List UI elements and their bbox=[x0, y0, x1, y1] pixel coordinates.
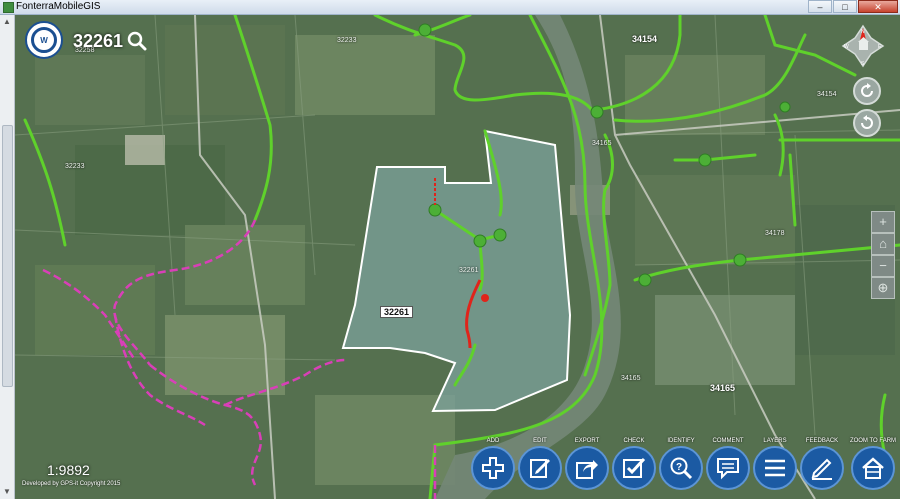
window-title: FonterraMobileGIS bbox=[16, 1, 101, 12]
rotate-clockwise-button[interactable] bbox=[853, 77, 881, 105]
close-button[interactable]: ✕ bbox=[858, 0, 898, 13]
zoom-in-button[interactable]: + bbox=[871, 211, 895, 233]
minus-icon: − bbox=[879, 258, 887, 273]
plus-icon bbox=[482, 457, 504, 479]
layers-tool[interactable]: LAYERS bbox=[752, 436, 798, 490]
scroll-up-icon[interactable]: ▲ bbox=[2, 17, 12, 27]
copyright: Developed by GPS-it Copyright 2015 bbox=[22, 481, 121, 487]
identify-tool[interactable]: IDENTIFY ? bbox=[658, 436, 704, 490]
feedback-label: FEEDBACK bbox=[805, 438, 839, 444]
export-icon bbox=[576, 460, 598, 479]
search-icon[interactable] bbox=[127, 31, 147, 51]
edit-label: EDIT bbox=[533, 438, 547, 444]
farm-tag[interactable]: 32261 bbox=[380, 306, 414, 318]
parcel-label: 34154 bbox=[817, 91, 837, 98]
zoom-to-farm-tool[interactable]: ZOOM TO FARM bbox=[846, 436, 900, 490]
export-label: EXPORT bbox=[574, 438, 600, 444]
identify-label: IDENTIFY bbox=[667, 438, 695, 444]
action-toolbar: ADD EDIT EXPORT CHECK IDENTIFY ? COMMENT… bbox=[470, 436, 900, 499]
comment-label: COMMENT bbox=[712, 438, 744, 444]
layers-icon bbox=[765, 459, 785, 477]
feedback-tool[interactable]: FEEDBACK bbox=[799, 436, 845, 490]
compass-icon[interactable]: N E S W bbox=[841, 24, 885, 68]
locate-button[interactable]: ⊕ bbox=[871, 277, 895, 299]
app-icon bbox=[3, 2, 14, 13]
title-bar: FonterraMobileGIS – □ ✕ bbox=[0, 0, 900, 15]
parcel-label: 32233 bbox=[65, 163, 85, 170]
comment-icon bbox=[717, 458, 739, 480]
identify-button[interactable]: ? bbox=[659, 446, 703, 490]
layers-button[interactable] bbox=[753, 446, 797, 490]
check-label: CHECK bbox=[623, 438, 645, 444]
logo[interactable]: W bbox=[25, 21, 63, 59]
map-scale: 1:9892 bbox=[47, 462, 90, 478]
rotate-counterclockwise-icon bbox=[861, 115, 873, 129]
map-view[interactable]: 32233 32258 32233 34154 34154 34165 3226… bbox=[15, 15, 900, 499]
rotate-clockwise-icon bbox=[861, 83, 873, 97]
zoom-out-button[interactable]: − bbox=[871, 255, 895, 277]
comment-button[interactable] bbox=[706, 446, 750, 490]
add-tool[interactable]: ADD bbox=[470, 436, 516, 490]
check-icon bbox=[623, 457, 646, 478]
home-view-button[interactable]: ⌂ bbox=[871, 233, 895, 255]
check-button[interactable] bbox=[612, 446, 656, 490]
edit-tool[interactable]: EDIT bbox=[517, 436, 563, 490]
scroll-thumb[interactable] bbox=[2, 125, 13, 387]
farm-id: 32261 bbox=[73, 31, 124, 51]
vertical-scrollbar[interactable]: ▲ ▼ bbox=[0, 15, 15, 499]
export-tool[interactable]: EXPORT bbox=[564, 436, 610, 490]
scroll-down-icon[interactable]: ▼ bbox=[2, 487, 12, 497]
locate-icon: ⊕ bbox=[877, 280, 889, 295]
home-icon bbox=[862, 457, 884, 479]
svg-text:W: W bbox=[844, 44, 849, 50]
parcel-label: 34154 bbox=[632, 34, 658, 44]
parcel-label: 34165 bbox=[592, 140, 612, 147]
parcel-label: 34165 bbox=[621, 375, 641, 382]
zoom-to-farm-button[interactable] bbox=[851, 446, 895, 490]
maximize-button[interactable]: □ bbox=[833, 0, 857, 13]
layers-label: LAYERS bbox=[763, 438, 787, 444]
zoom-to-farm-label: ZOOM TO FARM bbox=[849, 438, 897, 444]
add-button[interactable] bbox=[471, 446, 515, 490]
add-label: ADD bbox=[486, 438, 500, 444]
home-icon: ⌂ bbox=[879, 236, 887, 251]
aerial-imagery bbox=[15, 15, 900, 499]
check-tool[interactable]: CHECK bbox=[611, 436, 657, 490]
export-button[interactable] bbox=[565, 446, 609, 490]
plus-icon: + bbox=[879, 214, 887, 229]
parcel-label: 32261 bbox=[459, 267, 479, 274]
app-window: FonterraMobileGIS – □ ✕ ▲ ▼ 32233 32258 … bbox=[0, 0, 900, 499]
feedback-icon bbox=[811, 458, 832, 480]
edit-button[interactable] bbox=[518, 446, 562, 490]
edit-icon bbox=[530, 459, 550, 478]
parcel-label: 34178 bbox=[765, 230, 785, 237]
svg-text:N: N bbox=[861, 29, 865, 35]
minimize-button[interactable]: – bbox=[808, 0, 832, 13]
feedback-button[interactable] bbox=[800, 446, 844, 490]
logo-mark: W bbox=[31, 27, 57, 53]
parcel-label: 34165 bbox=[710, 383, 736, 393]
svg-text:?: ? bbox=[676, 462, 682, 473]
identify-icon: ? bbox=[670, 457, 693, 480]
rotate-counterclockwise-button[interactable] bbox=[853, 109, 881, 137]
parcel-label: 32233 bbox=[337, 37, 357, 44]
comment-tool[interactable]: COMMENT bbox=[705, 436, 751, 490]
